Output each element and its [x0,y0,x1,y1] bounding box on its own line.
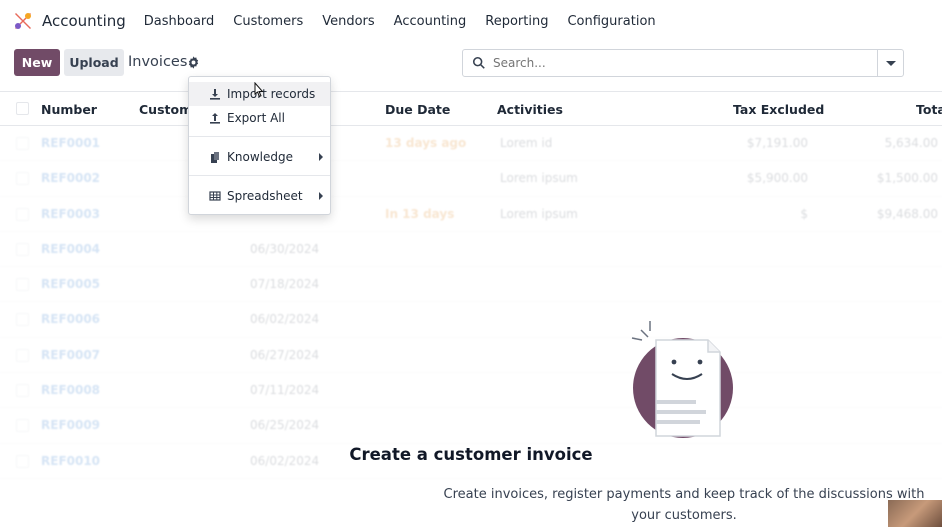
gear-icon[interactable] [187,56,200,69]
row-checkbox[interactable] [16,419,29,433]
app-name: Accounting [42,12,126,30]
nav-configuration[interactable]: Configuration [567,14,655,29]
nav-vendors[interactable]: Vendors [322,14,374,29]
table-row[interactable]: REF0008 07/11/2024 [0,373,942,409]
menu-item-knowledge[interactable]: Knowledge [189,145,330,169]
row-checkbox[interactable] [16,278,29,292]
cell-invoice-date: 07/18/2024 [250,277,320,292]
cell-invoice-date: 06/02/2024 [250,312,320,327]
search-input[interactable] [493,56,853,70]
empty-state-title: Create a customer invoice [349,445,593,464]
upload-icon [209,112,221,124]
app-brand[interactable]: Accounting [13,11,144,31]
menu-item-spreadsheet[interactable]: Spreadsheet [189,184,330,208]
cell-due-date: In 13 days [385,206,455,221]
video-thumbnail [888,500,942,527]
column-total[interactable]: Total [916,102,942,117]
cell-tax-excluded: $7,191.00 [746,136,808,150]
table-header: Number Customer Due Date Activities Tax … [0,91,942,126]
breadcrumb-title: Invoices [128,54,188,70]
row-checkbox[interactable] [16,207,29,221]
column-tax-excluded[interactable]: Tax Excluded [733,102,824,117]
cell-invoice-number: REF0003 [41,206,101,221]
cell-activity: Lorem ipsum [500,171,578,186]
top-navbar: Accounting Dashboard Customers Vendors A… [0,0,942,42]
row-checkbox[interactable] [16,384,29,398]
empty-invoice-illustration-icon [631,321,733,438]
cell-invoice-date: 06/30/2024 [250,241,320,256]
menu-item-export-all[interactable]: Export All [189,106,330,130]
search-bar[interactable] [462,49,878,77]
menu-item-label: Import records [227,87,316,101]
table-icon [209,190,221,202]
bookmark-icon [209,151,221,163]
cell-invoice-date: 06/27/2024 [250,347,320,362]
menu-divider [189,175,330,176]
column-number[interactable]: Number [41,102,97,117]
nav-dashboard[interactable]: Dashboard [144,14,215,29]
empty-state-description: Create invoices, register payments and k… [443,487,925,523]
cell-invoice-number: REF0006 [41,312,101,327]
table-row[interactable]: REF0001 13 days ago Lorem id $7,191.00 5,634… [0,126,942,162]
nav-customers[interactable]: Customers [233,14,303,29]
caret-down-icon [885,60,896,66]
cell-invoice-number: REF0004 [41,241,101,256]
cell-invoice-number: REF0009 [41,418,101,433]
row-checkbox[interactable] [16,172,29,186]
table-row[interactable]: REF0003 In 13 days Lorem ipsum $ $9,468.00 [0,197,942,232]
cell-activity: Lorem ipsum [500,206,578,221]
menu-item-label: Export All [227,111,285,125]
menu-item-label: Knowledge [227,150,293,164]
menu-divider [189,136,330,137]
download-icon [209,88,221,100]
row-checkbox[interactable] [16,137,29,150]
cell-total: 5,634.00 [884,136,938,150]
cell-total: $9,468.00 [876,206,938,221]
search-options-toggle[interactable] [877,49,904,77]
caret-right-icon [319,192,323,200]
upload-button[interactable]: Upload [64,49,124,76]
caret-right-icon [319,153,323,161]
control-panel: New Upload Invoices [0,42,942,88]
search-icon [472,56,485,69]
row-checkbox[interactable] [16,348,29,362]
cell-due-date: 13 days ago [385,136,467,150]
column-activities[interactable]: Activities [497,102,563,117]
row-checkbox[interactable] [16,313,29,327]
nav-accounting[interactable]: Accounting [394,14,467,29]
new-button[interactable]: New [14,49,60,76]
cell-tax-excluded: $ [800,206,808,221]
column-due-date[interactable]: Due Date [385,102,450,117]
cell-invoice-number: REF0002 [41,171,101,186]
odoo-accounting-logo-icon [15,13,31,29]
table-row[interactable]: REF0004 06/30/2024 [0,232,942,268]
table-row[interactable]: REF0005 07/18/2024 [0,267,942,303]
mouse-cursor-icon [254,82,264,98]
table-body: REF0001 13 days ago Lorem id $7,191.00 5,634… [0,126,942,479]
cell-tax-excluded: $5,900.00 [746,171,808,186]
cell-activity: Lorem id [500,136,553,150]
table-row[interactable]: REF0007 06/27/2024 [0,338,942,374]
table-row[interactable]: REF0002 Lorem ipsum $5,900.00 $1,500.00 [0,161,942,197]
cell-invoice-number: REF0007 [41,347,101,362]
menu-item-label: Spreadsheet [227,189,303,203]
cell-total: $1,500.00 [876,171,938,186]
row-checkbox[interactable] [16,242,29,256]
cell-invoice-number: REF0001 [41,136,101,150]
nav-reporting[interactable]: Reporting [485,14,548,29]
cell-invoice-date: 07/11/2024 [250,383,320,398]
cell-invoice-number: REF0005 [41,277,101,292]
table-row[interactable]: REF0009 06/25/2024 [0,408,942,444]
cell-invoice-number: REF0008 [41,383,101,398]
select-all-checkbox[interactable] [16,102,29,115]
cell-invoice-date: 06/25/2024 [250,418,320,433]
table-row[interactable]: REF0006 06/02/2024 [0,302,942,338]
